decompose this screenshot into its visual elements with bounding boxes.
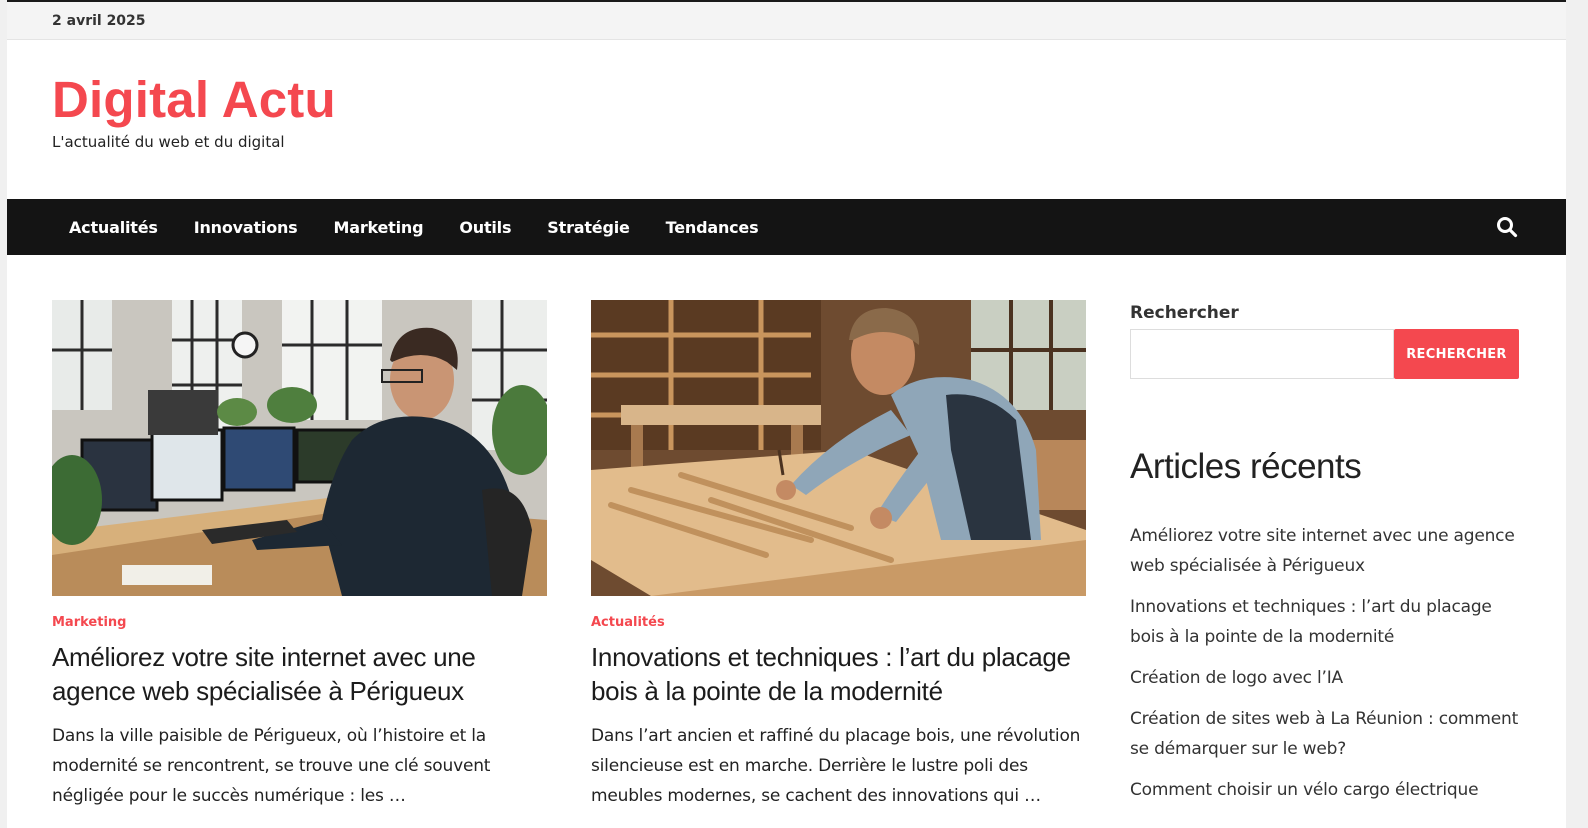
search-icon[interactable] [1496, 216, 1518, 238]
nav-item-innovations[interactable]: Innovations [176, 218, 316, 237]
post-excerpt: Dans la ville paisible de Périgueux, où … [52, 726, 491, 806]
site-title[interactable]: Digital Actu [52, 74, 1566, 125]
search-widget-label: Rechercher [1130, 303, 1239, 323]
sidebar: Rechercher RECHERCHER Articles récents A… [1130, 303, 1520, 816]
page: 2 avril 2025 Digital Actu L'actualité du… [7, 2, 1566, 828]
main-navigation: Actualités Innovations Marketing Outils … [7, 199, 1566, 255]
post-card: Actualités Innovations et techniques : l… [591, 300, 1086, 811]
post-thumbnail-office[interactable] [52, 300, 547, 596]
nav-item-actualites[interactable]: Actualités [51, 218, 176, 237]
recent-article-link[interactable]: Comment choisir un vélo cargo électrique [1130, 775, 1520, 805]
recent-article-link[interactable]: Innovations et techniques : l’art du pla… [1130, 592, 1520, 652]
current-date: 2 avril 2025 [52, 12, 146, 29]
site-header: Digital Actu L'actualité du web et du di… [7, 40, 1566, 199]
search-input[interactable] [1130, 329, 1394, 379]
post-category[interactable]: Actualités [591, 615, 1086, 630]
nav-item-marketing[interactable]: Marketing [316, 218, 442, 237]
top-bar: 2 avril 2025 [7, 2, 1566, 40]
recent-articles-heading: Articles récents [1130, 447, 1362, 486]
post-card: Marketing Améliorez votre site internet … [52, 300, 547, 811]
search-button[interactable]: RECHERCHER [1394, 329, 1519, 379]
nav-item-tendances[interactable]: Tendances [648, 218, 777, 237]
post-title[interactable]: Innovations et techniques : l’art du pla… [591, 640, 1086, 708]
nav-item-strategie[interactable]: Stratégie [529, 218, 647, 237]
recent-article-link[interactable]: Améliorez votre site internet avec une a… [1130, 521, 1520, 581]
post-category[interactable]: Marketing [52, 615, 547, 630]
nav-item-outils[interactable]: Outils [441, 218, 529, 237]
post-title[interactable]: Améliorez votre site internet avec une a… [52, 640, 547, 708]
search-widget: RECHERCHER [1130, 329, 1520, 379]
window-left-edge [0, 0, 7, 828]
recent-articles-list: Améliorez votre site internet avec une a… [1130, 521, 1520, 805]
site-tagline: L'actualité du web et du digital [52, 133, 285, 151]
recent-article-link[interactable]: Création de logo avec l’IA [1130, 663, 1520, 693]
post-thumbnail-woodwork[interactable] [591, 300, 1086, 596]
post-excerpt: Dans l’art ancien et raffiné du placage … [591, 726, 1081, 806]
main-content: Marketing Améliorez votre site internet … [7, 255, 1566, 828]
recent-article-link[interactable]: Création de sites web à La Réunion : com… [1130, 704, 1520, 764]
window-right-edge [1566, 0, 1588, 828]
